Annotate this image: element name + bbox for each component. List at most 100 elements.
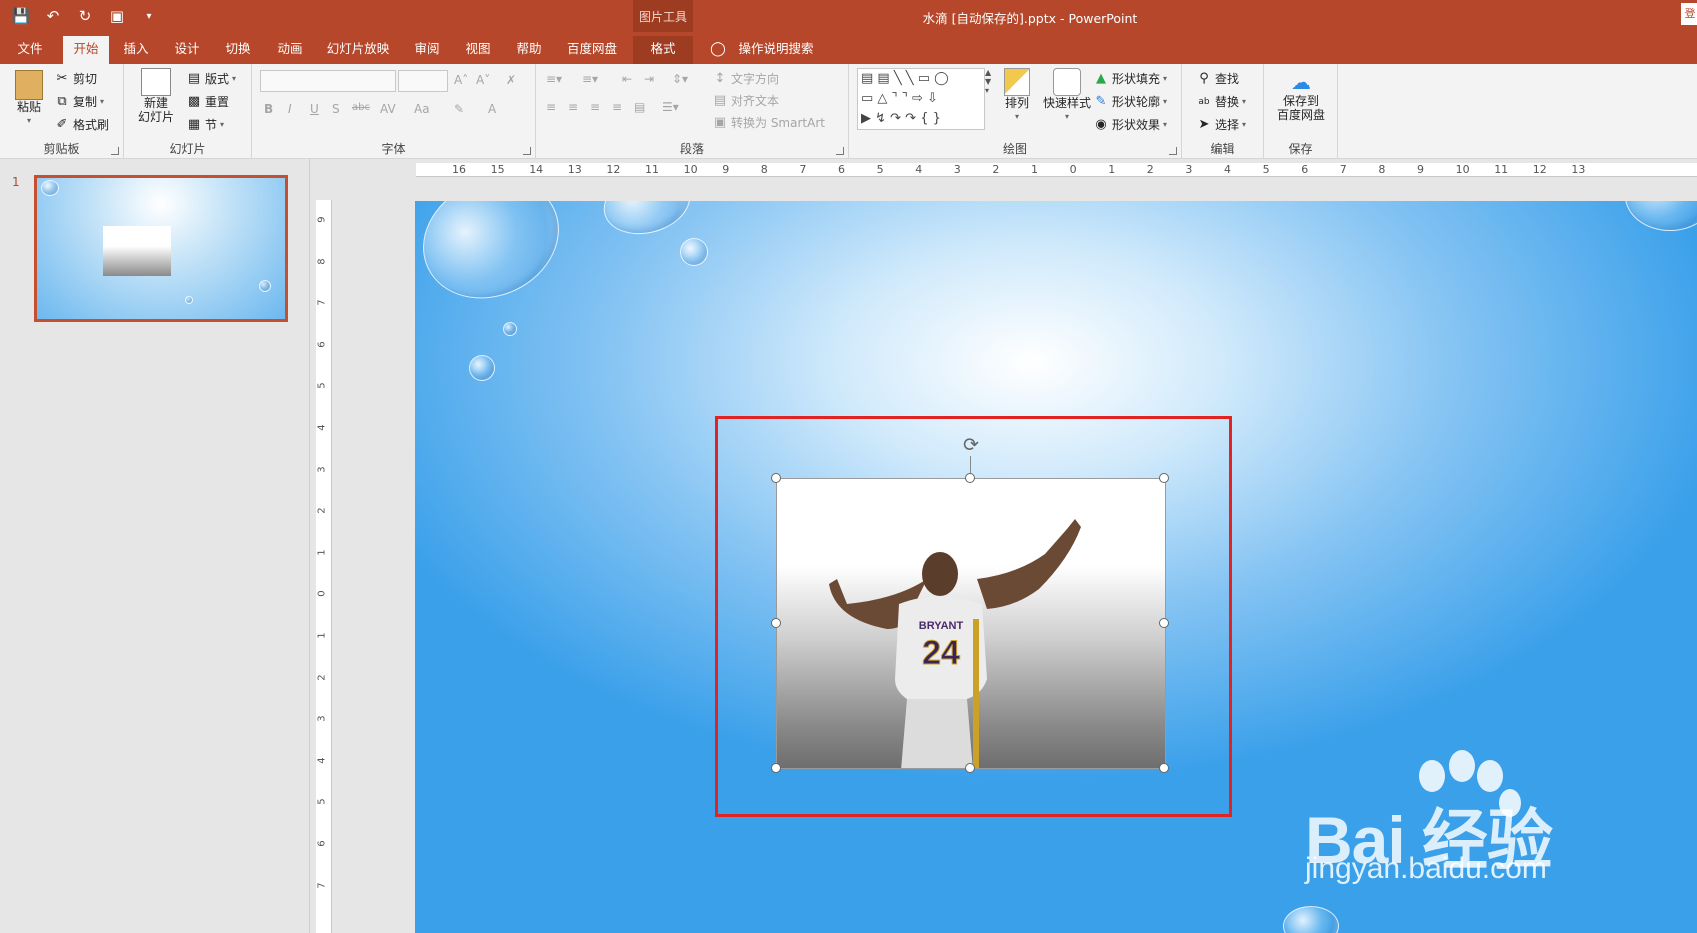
player-right-arm: [977, 519, 1081, 609]
font-name-combo[interactable]: [260, 70, 396, 92]
distributed-icon[interactable]: ▤: [634, 100, 645, 114]
find-button[interactable]: ⚲ 查找: [1196, 70, 1239, 87]
highlight-color-icon[interactable]: ✎: [454, 102, 464, 116]
shrink-font-button[interactable]: A˅: [476, 73, 490, 87]
sign-in-button[interactable]: 登: [1681, 3, 1697, 25]
tab-baidu-netdisk[interactable]: 百度网盘: [559, 36, 625, 64]
shape-outline-button[interactable]: ✎ 形状轮廓 ▾: [1093, 93, 1167, 110]
shadow-button[interactable]: S: [332, 102, 340, 116]
save-to-baidu-button[interactable]: ☁ 保存到 百度网盘: [1268, 70, 1334, 122]
new-slide-icon: [141, 68, 171, 96]
tab-design[interactable]: 设计: [166, 36, 208, 64]
bullets-icon[interactable]: ≡▾: [546, 72, 562, 86]
tab-transitions[interactable]: 切换: [216, 36, 260, 64]
resize-handle-bottom-left[interactable]: [771, 763, 781, 773]
justify-icon[interactable]: ≡: [612, 100, 622, 114]
tab-view[interactable]: 视图: [457, 36, 499, 64]
format-painter-button[interactable]: ✐ 格式刷: [54, 116, 109, 133]
save-icon[interactable]: 💾: [8, 3, 34, 29]
align-text-button[interactable]: ▤ 对齐文本: [712, 92, 779, 109]
customize-qat-icon[interactable]: ▾: [136, 3, 162, 29]
decrease-indent-icon[interactable]: ⇤: [622, 72, 632, 86]
increase-indent-icon[interactable]: ⇥: [644, 72, 654, 86]
change-case-button[interactable]: Aa: [414, 102, 430, 116]
baidu-cloud-icon: ☁: [1291, 70, 1311, 94]
format-painter-label: 格式刷: [73, 118, 110, 132]
hruler-tick-label: 9: [722, 163, 730, 176]
tab-home[interactable]: 开始: [63, 36, 109, 64]
align-left-icon[interactable]: ≡: [546, 100, 556, 114]
strikethrough-button[interactable]: abc: [352, 102, 370, 113]
font-launcher-icon[interactable]: [523, 147, 531, 155]
resize-handle-right[interactable]: [1159, 618, 1169, 628]
hruler-tick-label: 14: [529, 163, 544, 176]
vruler-tick-label: 7: [316, 299, 328, 306]
underline-button[interactable]: U: [310, 102, 319, 116]
convert-smartart-button[interactable]: ▣ 转换为 SmartArt: [712, 114, 825, 131]
hruler-tick-label: 7: [1339, 163, 1347, 176]
section-button[interactable]: ▦ 节 ▾: [186, 116, 224, 133]
vruler-tick-label: 3: [316, 715, 328, 722]
character-spacing-button[interactable]: AV: [380, 102, 396, 116]
arrange-button[interactable]: 排列 ▾: [999, 68, 1035, 124]
grow-font-button[interactable]: A˄: [454, 73, 468, 87]
tell-me-search[interactable]: 操作说明搜索: [730, 36, 822, 64]
tab-animations[interactable]: 动画: [268, 36, 312, 64]
tab-review[interactable]: 审阅: [406, 36, 448, 64]
text-direction-button[interactable]: ↕ 文字方向: [712, 70, 779, 87]
clear-formatting-icon[interactable]: ✗: [506, 73, 516, 87]
start-from-beginning-icon[interactable]: ▣: [104, 3, 130, 29]
resize-handle-left[interactable]: [771, 618, 781, 628]
bold-button[interactable]: B: [264, 102, 273, 116]
tab-slideshow[interactable]: 幻灯片放映: [320, 36, 396, 64]
font-size-combo[interactable]: [398, 70, 448, 92]
resize-handle-top[interactable]: [965, 473, 975, 483]
numbering-icon[interactable]: ≡▾: [582, 72, 598, 86]
quick-styles-button[interactable]: 快速样式 ▾: [1039, 68, 1095, 124]
vruler-tick-label: 4: [316, 424, 328, 431]
tab-file[interactable]: 文件: [8, 36, 52, 64]
shape-effects-dropdown-icon: ▾: [1163, 120, 1168, 129]
replace-button[interactable]: ab 替换 ▾: [1196, 93, 1246, 110]
paste-button[interactable]: 粘贴 ▾: [10, 70, 48, 128]
smartart-label: 转换为 SmartArt: [731, 116, 825, 130]
paste-dropdown-icon: ▾: [26, 116, 31, 125]
shape-fill-button[interactable]: ▲ 形状填充 ▾: [1093, 70, 1167, 87]
tab-help[interactable]: 帮助: [508, 36, 550, 64]
clipboard-launcher-icon[interactable]: [111, 147, 119, 155]
resize-handle-top-right[interactable]: [1159, 473, 1169, 483]
tab-format[interactable]: 格式: [633, 36, 693, 64]
section-icon: ▦: [187, 116, 201, 132]
resize-handle-bottom-right[interactable]: [1159, 763, 1169, 773]
resize-handle-top-left[interactable]: [771, 473, 781, 483]
select-button[interactable]: ➤ 选择 ▾: [1196, 116, 1246, 133]
cut-button[interactable]: ✂ 剪切: [54, 70, 97, 87]
font-color-icon[interactable]: A: [488, 102, 496, 116]
align-center-icon[interactable]: ≡: [568, 100, 578, 114]
paragraph-launcher-icon[interactable]: [836, 147, 844, 155]
line-spacing-icon[interactable]: ⇕▾: [672, 72, 688, 86]
redo-icon[interactable]: ↻: [72, 3, 98, 29]
resize-handle-bottom[interactable]: [965, 763, 975, 773]
shape-effects-button[interactable]: ◉ 形状效果 ▾: [1093, 116, 1167, 133]
drawing-launcher-icon[interactable]: [1169, 147, 1177, 155]
copy-button[interactable]: ⧉ 复制 ▾: [54, 93, 104, 110]
tab-insert[interactable]: 插入: [115, 36, 157, 64]
shapes-gallery[interactable]: ▤ ▤ ╲ ╲ ▭ ◯ ▭ △ ⌝ ⌝ ⇨ ⇩ ▶ ↯ ↷ ↷ { }: [857, 68, 985, 130]
columns-icon[interactable]: ☰▾: [662, 100, 679, 114]
new-slide-button[interactable]: 新建 幻灯片: [132, 68, 180, 124]
slides-group-label: 幻灯片: [169, 142, 206, 156]
undo-icon[interactable]: ↶: [40, 3, 66, 29]
rotate-handle-icon[interactable]: ⟳: [960, 434, 982, 456]
shapes-gallery-scroll[interactable]: ▲ ▼ ▾: [985, 68, 991, 95]
slide-thumbnail-1[interactable]: [34, 175, 288, 322]
reset-button[interactable]: ▩ 重置: [186, 93, 229, 110]
italic-button[interactable]: I: [288, 102, 292, 116]
hruler-tick-label: 7: [799, 163, 807, 176]
align-right-icon[interactable]: ≡: [590, 100, 600, 114]
layout-dropdown-icon: ▾: [232, 74, 237, 83]
layout-button[interactable]: ▤ 版式 ▾: [186, 70, 236, 87]
selected-picture[interactable]: BRYANT 24: [776, 478, 1166, 769]
thumb-water-drop: [41, 180, 59, 196]
hruler-tick-label: 3: [1185, 163, 1193, 176]
